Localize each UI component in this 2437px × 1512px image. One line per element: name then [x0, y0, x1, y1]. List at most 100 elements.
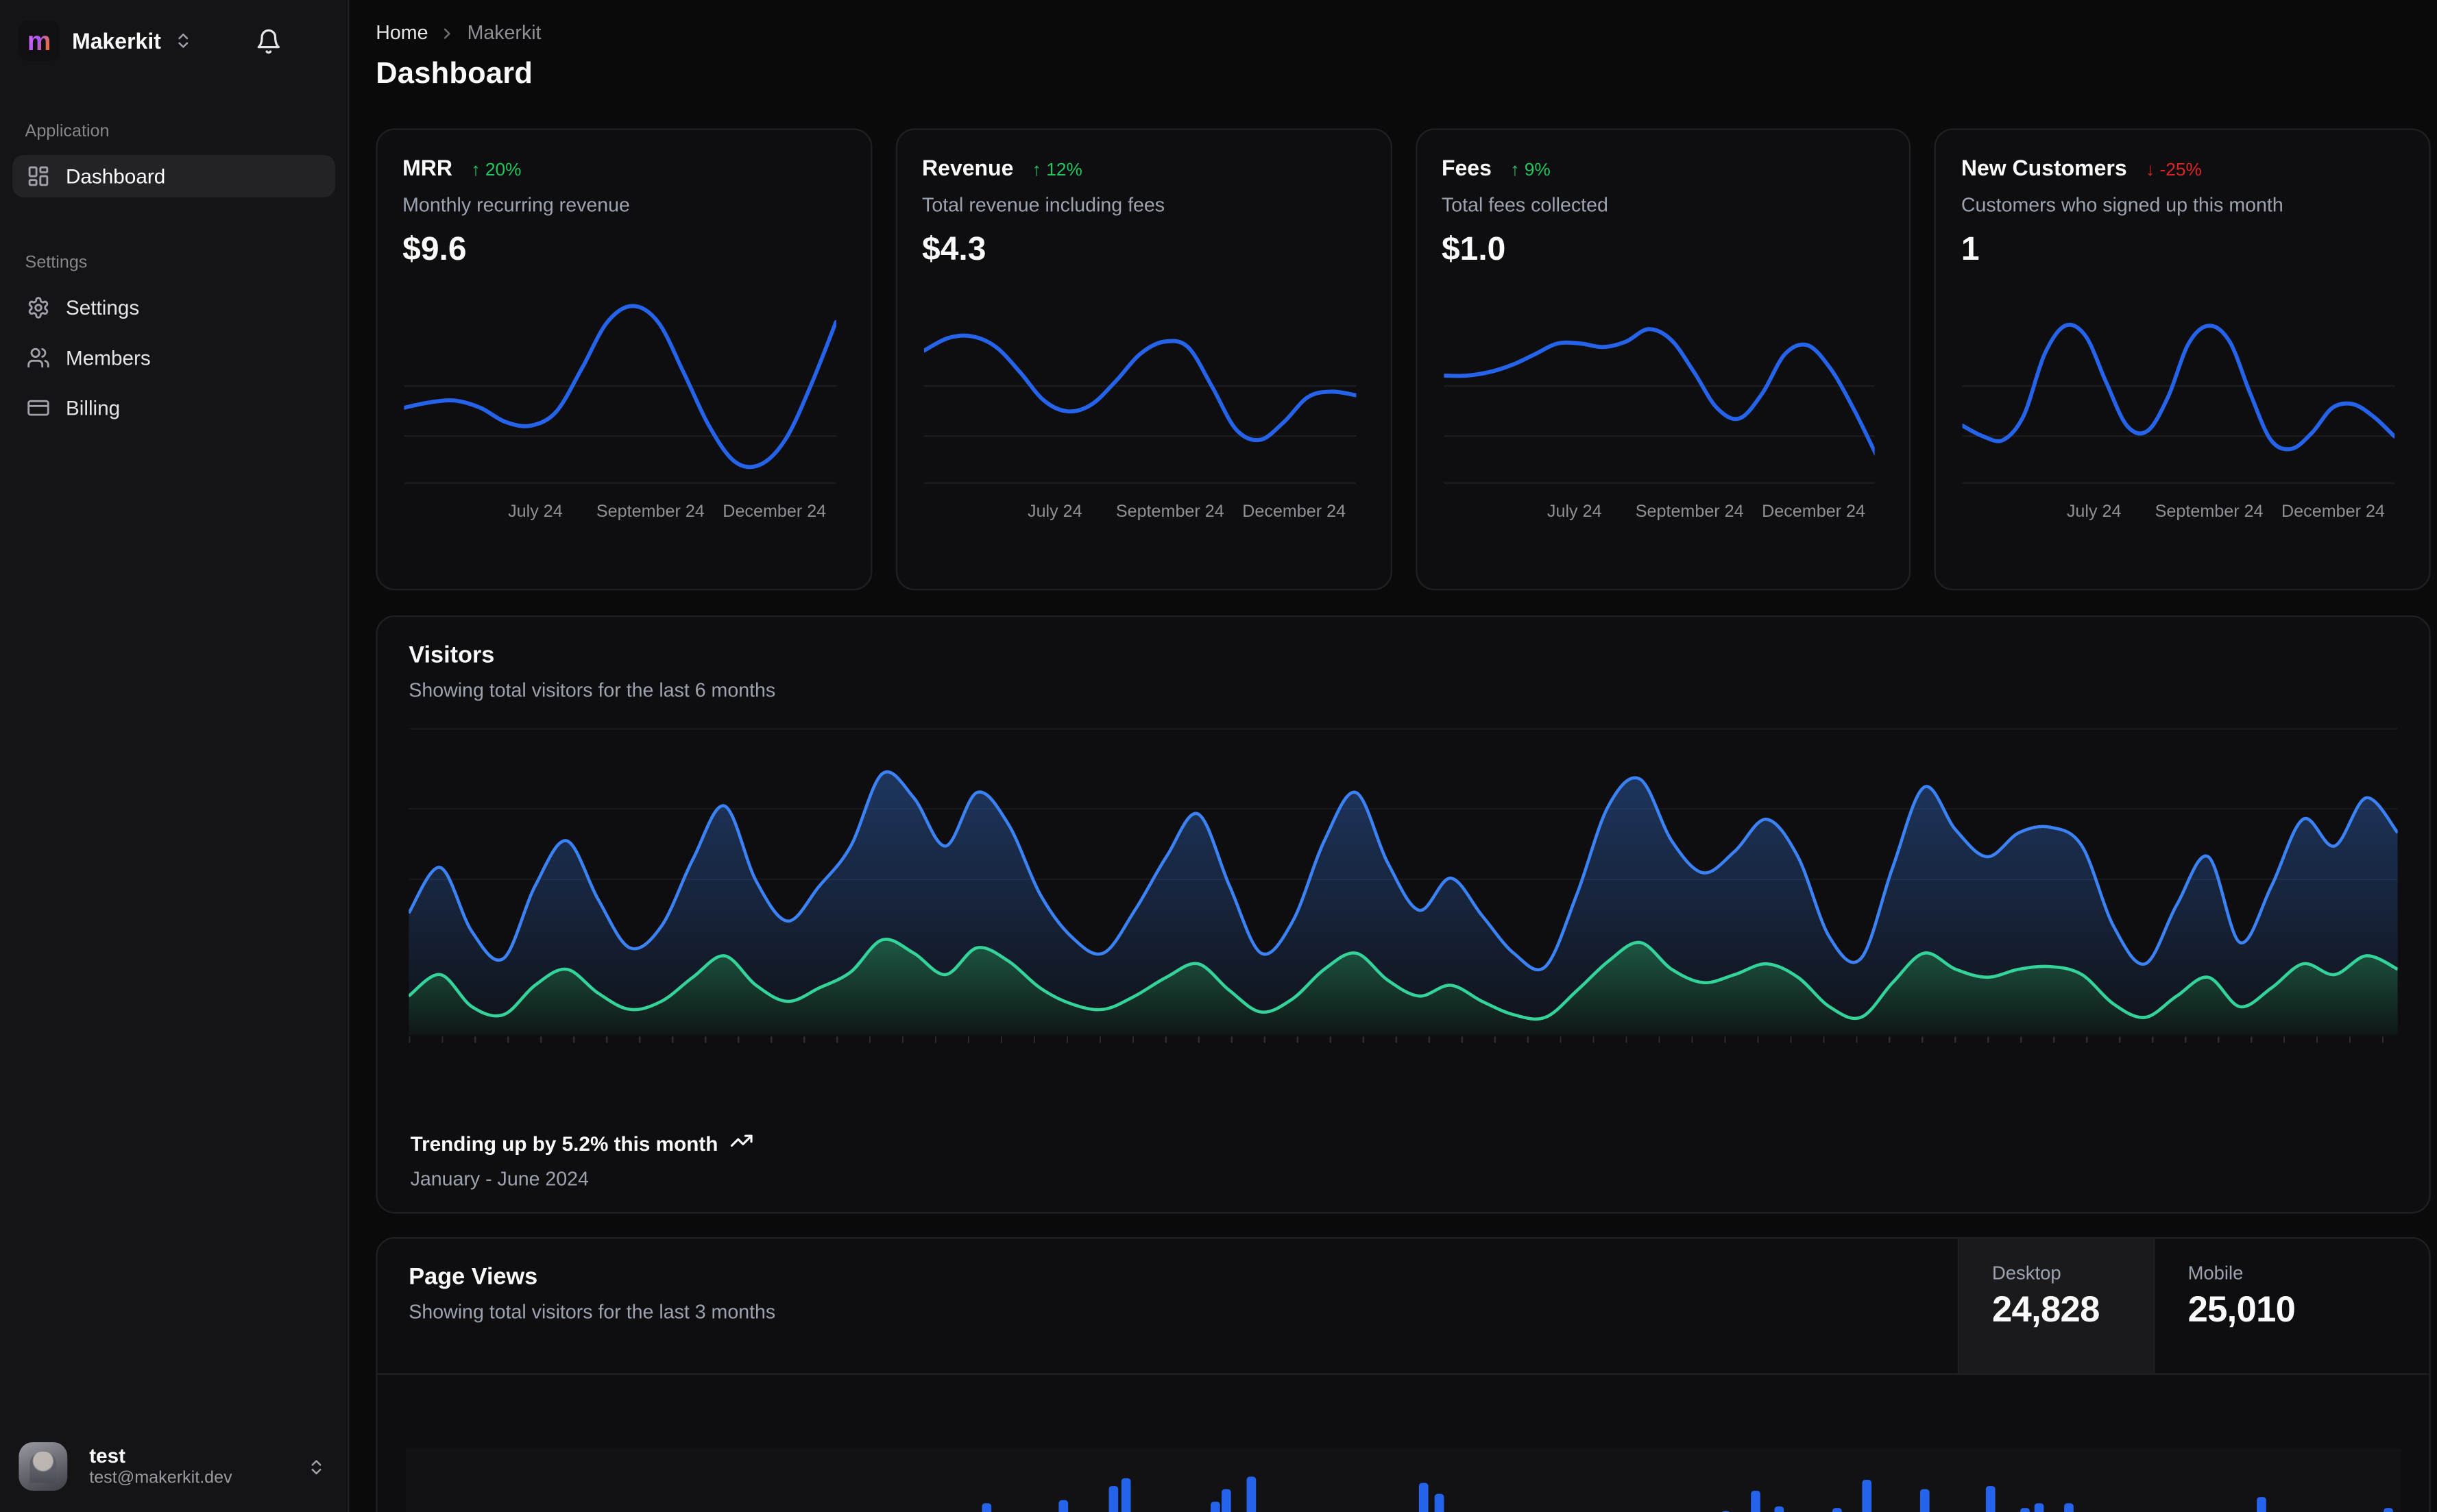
- workspace-name[interactable]: Makerkit: [72, 28, 161, 53]
- page-views-title: Page Views: [409, 1263, 538, 1291]
- sidebar-item-label: Billing: [65, 396, 121, 420]
- breadcrumb-current[interactable]: Makerkit: [468, 22, 542, 44]
- stat-value: $4.3: [922, 232, 986, 268]
- x-axis-ticks: [409, 1036, 2398, 1043]
- sidebar-nav: Application Dashboard Settings Settings …: [0, 82, 348, 429]
- breadcrumb: Home Makerkit: [376, 22, 2430, 44]
- visitors-footer: Trending up by 5.2% this month January -…: [411, 1129, 754, 1190]
- visitors-area-chart[interactable]: [409, 728, 2398, 1043]
- x-axis-labels: July 24 September 24 December 24: [2066, 502, 2385, 522]
- page-views-subtitle: Showing total visitors for the last 3 mo…: [409, 1301, 776, 1324]
- visitors-trend-text: Trending up by 5.2% this month: [410, 1131, 718, 1155]
- mobile-label: Mobile: [2187, 1262, 2244, 1284]
- visitors-title: Visitors: [409, 642, 495, 669]
- users-icon: [27, 346, 50, 369]
- bar: [1108, 1486, 1119, 1512]
- trending-up-icon: [731, 1129, 754, 1157]
- stat-card-mrr: MRR ↑ 20% Monthly recurring revenue $9.6…: [376, 128, 872, 591]
- avatar: [19, 1442, 68, 1491]
- sidebar-item-label: Members: [65, 345, 151, 370]
- bar: [1751, 1490, 1761, 1512]
- credit-card-icon: [27, 396, 50, 419]
- toggle-desktop[interactable]: Desktop 24,828: [1957, 1239, 2154, 1374]
- x-axis-labels: July 24 September 24 December 24: [1028, 502, 1346, 522]
- stat-value: 1: [1961, 232, 1980, 268]
- bar: [2063, 1503, 2073, 1512]
- new-customers-sparkline-chart[interactable]: [1963, 291, 2395, 489]
- stat-card-new-customers: New Customers ↓ -25% Customers who signe…: [1935, 128, 2431, 591]
- desktop-label: Desktop: [1992, 1262, 2061, 1284]
- desktop-count: 24,828: [1992, 1289, 2100, 1330]
- notifications-bell-icon[interactable]: [255, 27, 282, 54]
- bar: [1435, 1493, 1445, 1512]
- trend-badge-down: ↓ -25%: [2146, 161, 2202, 180]
- breadcrumb-home-link[interactable]: Home: [376, 22, 428, 44]
- chevrons-up-down-icon[interactable]: [307, 1457, 326, 1476]
- bar: [2256, 1497, 2266, 1512]
- bar: [1832, 1508, 1843, 1512]
- x-axis-labels: July 24 September 24 December 24: [1547, 502, 1866, 522]
- stat-card-revenue: Revenue ↑ 12% Total revenue including fe…: [895, 128, 1392, 591]
- page-views-bar-chart[interactable]: [409, 1375, 2397, 1512]
- stat-subtitle: Total fees collected: [1441, 194, 1608, 217]
- stat-title: Revenue: [922, 155, 1014, 180]
- stat-title: Fees: [1441, 155, 1492, 180]
- nav-section-settings: Settings: [25, 254, 88, 273]
- trend-badge-up: ↑ 20%: [471, 161, 522, 180]
- chevron-right-icon: [439, 24, 456, 41]
- page-title: Dashboard: [376, 58, 533, 91]
- workspace-selector[interactable]: m Makerkit: [0, 0, 348, 82]
- trend-badge-up: ↑ 12%: [1032, 161, 1082, 180]
- sidebar-item-label: Dashboard: [65, 164, 166, 188]
- page-views-card: Page Views Showing total visitors for th…: [376, 1236, 2431, 1512]
- stat-title: New Customers: [1961, 155, 2127, 180]
- bar: [1246, 1476, 1256, 1512]
- bar: [1059, 1500, 1069, 1512]
- stat-subtitle: Monthly recurring revenue: [402, 194, 630, 217]
- bar: [1863, 1479, 1872, 1512]
- x-axis-labels: July 24 September 24 December 24: [508, 502, 827, 522]
- nav-section-application: Application: [25, 122, 110, 141]
- bar: [1920, 1489, 1930, 1512]
- makerkit-logo: m: [19, 20, 60, 62]
- stat-cards-row: MRR ↑ 20% Monthly recurring revenue $9.6…: [376, 128, 2431, 591]
- sidebar-item-billing[interactable]: Billing: [12, 387, 335, 429]
- bar: [1222, 1489, 1232, 1512]
- stat-card-fees: Fees ↑ 9% Total fees collected $1.0 July…: [1415, 128, 1911, 591]
- sidebar-item-settings[interactable]: Settings: [12, 286, 335, 329]
- stat-subtitle: Customers who signed up this month: [1961, 194, 2283, 217]
- bar: [2020, 1508, 2030, 1512]
- stat-subtitle: Total revenue including fees: [922, 194, 1165, 217]
- toggle-mobile[interactable]: Mobile 25,010: [2153, 1239, 2429, 1374]
- main-content: Home Makerkit Dashboard MRR ↑ 20% Monthl…: [349, 0, 2436, 1512]
- dashboard-grid-icon: [27, 164, 50, 188]
- trend-badge-up: ↑ 9%: [1510, 161, 1551, 180]
- sidebar: m Makerkit Application Dashboard Setting…: [0, 0, 350, 1512]
- visitors-date-range: January - June 2024: [410, 1168, 589, 1191]
- bar: [2384, 1508, 2394, 1512]
- user-name: test: [89, 1443, 126, 1467]
- stat-value: $9.6: [402, 232, 467, 268]
- user-menu[interactable]: test test@makerkit.dev: [0, 1424, 348, 1512]
- bar: [2033, 1503, 2044, 1512]
- revenue-sparkline-chart[interactable]: [923, 291, 1356, 489]
- page-views-chart-area: [378, 1375, 2429, 1512]
- visitors-subtitle: Showing total visitors for the last 6 mo…: [409, 679, 776, 702]
- fees-sparkline-chart[interactable]: [1443, 291, 1876, 489]
- sidebar-item-members[interactable]: Members: [12, 337, 335, 379]
- sidebar-item-label: Settings: [65, 295, 140, 320]
- app-window: m Makerkit Application Dashboard Setting…: [0, 0, 2437, 1512]
- bar: [1419, 1483, 1429, 1512]
- bar: [1775, 1506, 1785, 1512]
- mrr-sparkline-chart[interactable]: [404, 291, 836, 489]
- stat-title: MRR: [402, 155, 452, 180]
- gear-icon: [27, 296, 50, 319]
- sidebar-item-dashboard[interactable]: Dashboard: [12, 155, 335, 197]
- stat-value: $1.0: [1441, 232, 1506, 268]
- bar: [1210, 1501, 1220, 1512]
- bar: [1120, 1478, 1130, 1512]
- visitors-card: Visitors Showing total visitors for the …: [376, 615, 2431, 1214]
- chevrons-up-down-icon[interactable]: [173, 32, 192, 50]
- page-views-header: Page Views Showing total visitors for th…: [377, 1239, 2429, 1375]
- user-email: test@makerkit.dev: [89, 1468, 232, 1487]
